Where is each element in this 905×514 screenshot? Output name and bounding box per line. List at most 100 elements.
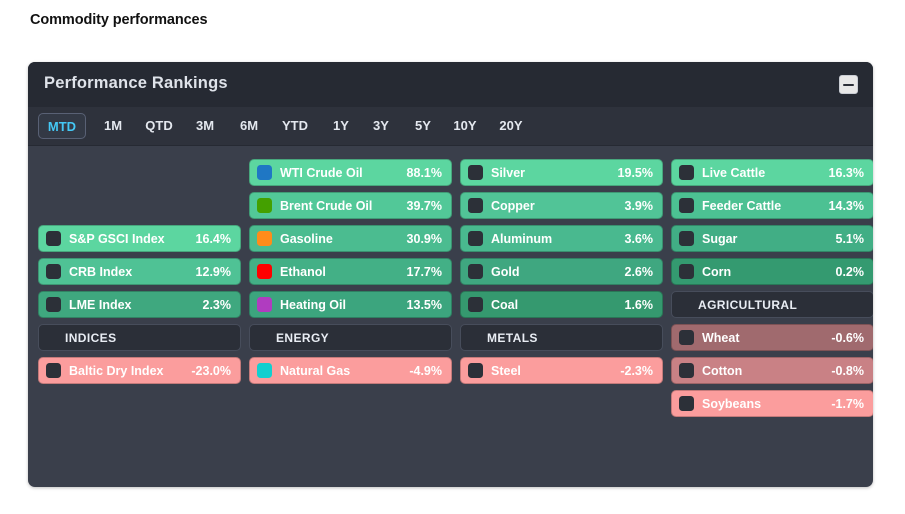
minus-glyph: [843, 83, 854, 86]
series-color-swatch[interactable]: [468, 231, 483, 246]
ranking-row[interactable]: Aluminum 3.6%: [460, 225, 663, 252]
ranking-value: -1.7%: [831, 396, 864, 411]
ranking-row[interactable]: WTI Crude Oil 88.1%: [249, 159, 452, 186]
ranking-row[interactable]: CRB Index 12.9%: [38, 258, 241, 285]
series-color-swatch[interactable]: [257, 297, 272, 312]
series-color-swatch[interactable]: [257, 198, 272, 213]
ranking-value: 30.9%: [406, 231, 442, 246]
ranking-row[interactable]: Natural Gas -4.9%: [249, 357, 452, 384]
ranking-label: Ethanol: [280, 264, 326, 279]
ranking-label: WTI Crude Oil: [280, 165, 363, 180]
ranking-value: -2.3%: [620, 363, 653, 378]
ranking-row[interactable]: Wheat -0.6%: [671, 324, 873, 351]
ranking-label: Wheat: [702, 330, 740, 345]
ranking-label: Baltic Dry Index: [69, 363, 164, 378]
ranking-value: 2.3%: [202, 297, 232, 312]
series-color-swatch[interactable]: [468, 363, 483, 378]
panel-header: Performance Rankings: [28, 62, 873, 107]
series-color-swatch[interactable]: [679, 165, 694, 180]
series-color-swatch[interactable]: [46, 363, 61, 378]
ranking-label: S&P GSCI Index: [69, 231, 165, 246]
category-header-indices: INDICES: [38, 324, 241, 351]
ranking-row[interactable]: Soybeans -1.7%: [671, 390, 873, 417]
ranking-label: CRB Index: [69, 264, 133, 279]
tab-1m[interactable]: 1M: [94, 113, 132, 139]
series-color-swatch[interactable]: [679, 330, 694, 345]
ranking-label: Cotton: [702, 363, 743, 378]
ranking-label: Live Cattle: [702, 165, 766, 180]
ranking-value: 39.7%: [406, 198, 442, 213]
tab-qtd[interactable]: QTD: [136, 113, 182, 139]
ranking-value: -23.0%: [191, 363, 231, 378]
ranking-label: Aluminum: [491, 231, 553, 246]
ranking-row[interactable]: Sugar 5.1%: [671, 225, 873, 252]
ranking-row[interactable]: Baltic Dry Index -23.0%: [38, 357, 241, 384]
ranking-value: 88.1%: [406, 165, 442, 180]
tab-20y[interactable]: 20Y: [490, 113, 532, 139]
ranking-row[interactable]: Gasoline 30.9%: [249, 225, 452, 252]
page-title: Commodity performances: [30, 12, 208, 28]
series-color-swatch[interactable]: [679, 198, 694, 213]
ranking-row[interactable]: Feeder Cattle 14.3%: [671, 192, 873, 219]
tab-1y[interactable]: 1Y: [324, 113, 358, 139]
ranking-label: Feeder Cattle: [702, 198, 782, 213]
series-color-swatch[interactable]: [468, 297, 483, 312]
ranking-value: -0.8%: [831, 363, 864, 378]
tab-3y[interactable]: 3Y: [364, 113, 398, 139]
ranking-row[interactable]: Copper 3.9%: [460, 192, 663, 219]
tab-6m[interactable]: 6M: [230, 113, 268, 139]
ranking-row[interactable]: Heating Oil 13.5%: [249, 291, 452, 318]
series-color-swatch[interactable]: [257, 264, 272, 279]
series-color-swatch[interactable]: [46, 231, 61, 246]
series-color-swatch[interactable]: [257, 165, 272, 180]
series-color-swatch[interactable]: [679, 231, 694, 246]
ranking-value: 12.9%: [195, 264, 231, 279]
ranking-value: -4.9%: [409, 363, 442, 378]
rankings-grid: S&P GSCI Index 16.4% CRB Index 12.9% LME Ind…: [28, 146, 873, 487]
category-header-agricultural: AGRICULTURAL: [671, 291, 873, 318]
ranking-row[interactable]: S&P GSCI Index 16.4%: [38, 225, 241, 252]
ranking-row[interactable]: Corn 0.2%: [671, 258, 873, 285]
tab-3m[interactable]: 3M: [186, 113, 224, 139]
category-header-energy: ENERGY: [249, 324, 452, 351]
ranking-row[interactable]: Gold 2.6%: [460, 258, 663, 285]
ranking-row[interactable]: Ethanol 17.7%: [249, 258, 452, 285]
ranking-value: 1.6%: [624, 297, 654, 312]
ranking-value: 5.1%: [835, 231, 865, 246]
series-color-swatch[interactable]: [46, 297, 61, 312]
ranking-value: 3.9%: [624, 198, 654, 213]
ranking-label: Gasoline: [280, 231, 333, 246]
minus-icon[interactable]: [839, 75, 858, 94]
tab-ytd[interactable]: YTD: [272, 113, 318, 139]
ranking-row[interactable]: Silver 19.5%: [460, 159, 663, 186]
tab-5y[interactable]: 5Y: [406, 113, 440, 139]
ranking-row[interactable]: LME Index 2.3%: [38, 291, 241, 318]
ranking-row[interactable]: Cotton -0.8%: [671, 357, 873, 384]
ranking-value: -0.6%: [831, 330, 864, 345]
series-color-swatch[interactable]: [679, 363, 694, 378]
series-color-swatch[interactable]: [468, 198, 483, 213]
tab-mtd[interactable]: MTD: [38, 113, 86, 139]
ranking-value: 14.3%: [828, 198, 864, 213]
series-color-swatch[interactable]: [679, 264, 694, 279]
series-color-swatch[interactable]: [468, 264, 483, 279]
ranking-label: LME Index: [69, 297, 132, 312]
ranking-value: 19.5%: [617, 165, 653, 180]
ranking-row[interactable]: Coal 1.6%: [460, 291, 663, 318]
panel-title: Performance Rankings: [44, 74, 228, 92]
ranking-row[interactable]: Brent Crude Oil 39.7%: [249, 192, 452, 219]
ranking-value: 17.7%: [406, 264, 442, 279]
ranking-label: Heating Oil: [280, 297, 346, 312]
series-color-swatch[interactable]: [468, 165, 483, 180]
ranking-label: Copper: [491, 198, 535, 213]
category-label: ENERGY: [276, 330, 330, 345]
series-color-swatch[interactable]: [679, 396, 694, 411]
ranking-row[interactable]: Live Cattle 16.3%: [671, 159, 873, 186]
ranking-value: 13.5%: [406, 297, 442, 312]
series-color-swatch[interactable]: [257, 363, 272, 378]
tab-10y[interactable]: 10Y: [444, 113, 486, 139]
series-color-swatch[interactable]: [46, 264, 61, 279]
ranking-value: 0.2%: [835, 264, 865, 279]
ranking-row[interactable]: Steel -2.3%: [460, 357, 663, 384]
series-color-swatch[interactable]: [257, 231, 272, 246]
